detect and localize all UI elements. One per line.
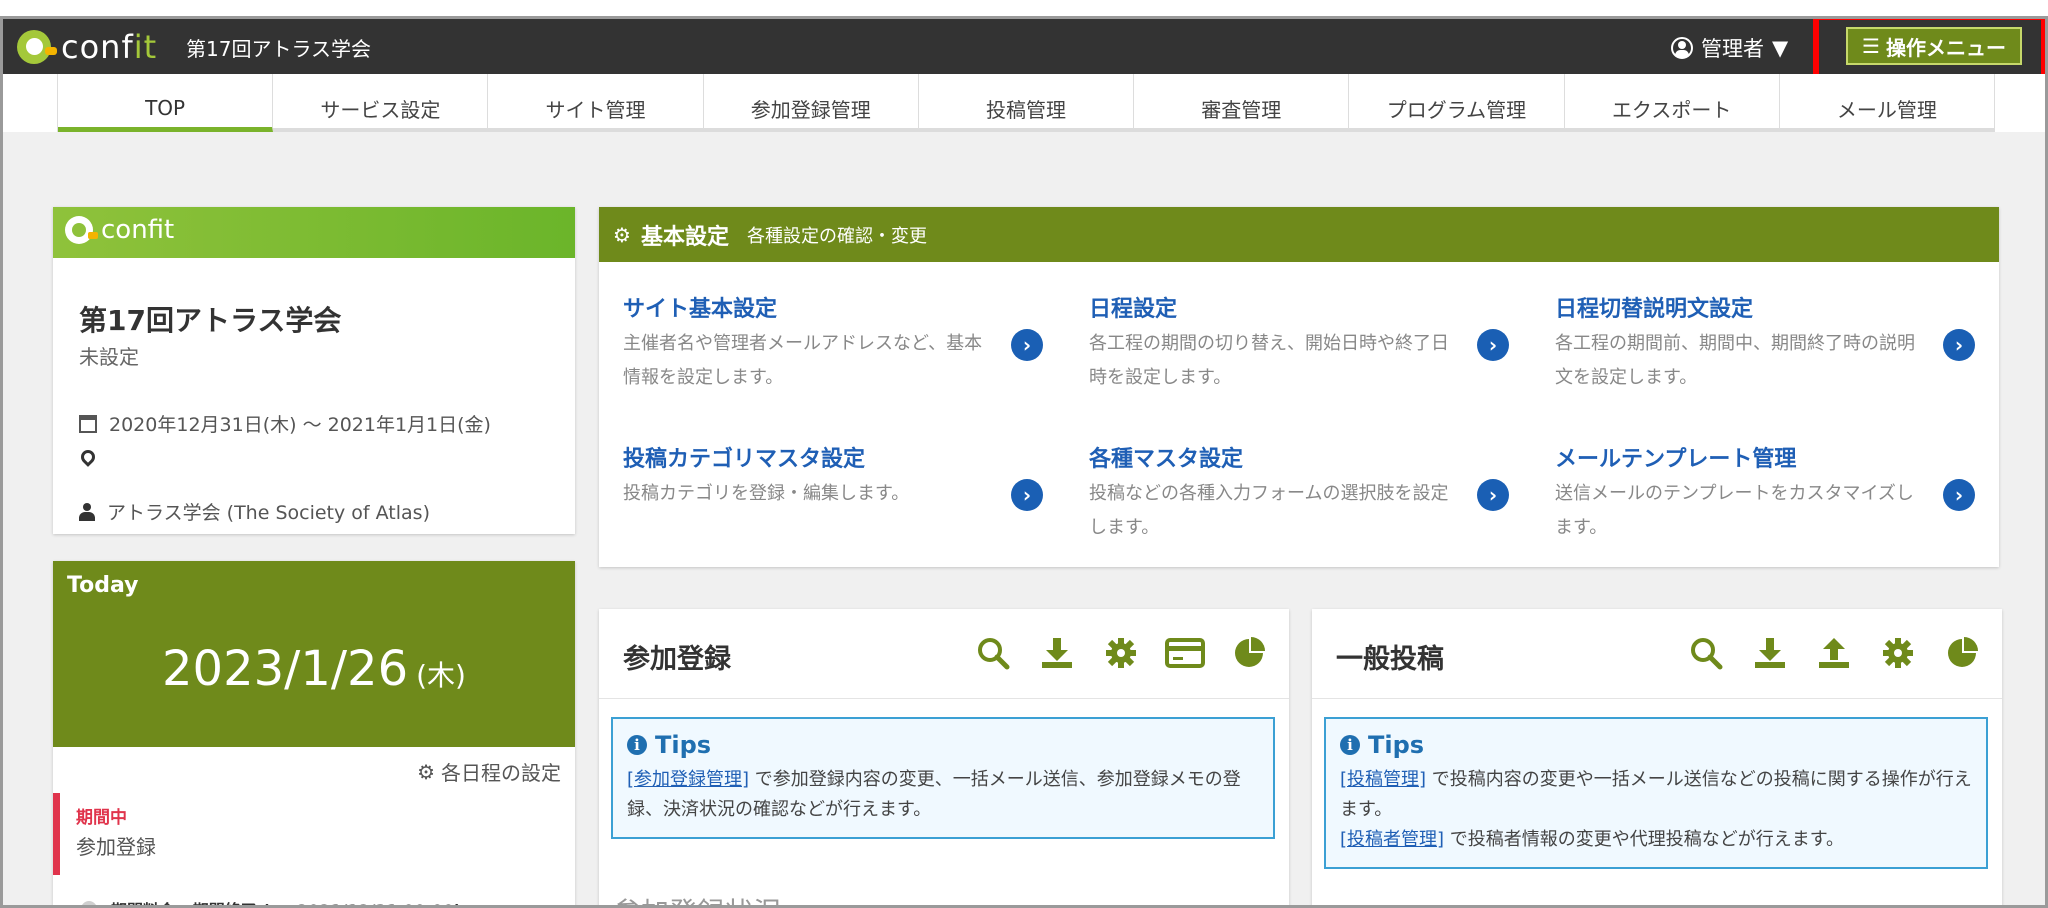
- period-block: 期間中 参加登録: [53, 793, 575, 875]
- tab-top[interactable]: TOP: [58, 74, 274, 132]
- setting-mail-template[interactable]: メールテンプレート管理 送信メールのテンプレートをカスタマイズします。 ›: [1555, 441, 1995, 545]
- general-post-toolbar: [1686, 633, 1982, 673]
- tab-registration-management[interactable]: 参加登録管理: [703, 74, 919, 132]
- tab-submission-management[interactable]: 投稿管理: [918, 74, 1135, 132]
- conference-organizer: アトラス学会 (The Society of Atlas): [79, 498, 430, 525]
- gear-icon: ⚙: [417, 759, 435, 784]
- tab-service-settings[interactable]: サービス設定: [273, 74, 489, 132]
- registration-tips: i Tips [参加登録管理] で参加登録内容の変更、一括メール送信、参加登録メモ…: [611, 717, 1275, 839]
- user-icon: [79, 502, 95, 521]
- tab-mail-management[interactable]: メール管理: [1779, 74, 1995, 132]
- basic-settings-card: ⚙ 基本設定 各種設定の確認・変更 サイト基本設定 主催者名や管理者メールアドレ…: [599, 207, 1999, 567]
- logo-mark-icon: [65, 216, 93, 244]
- app-frame: confit 第17回アトラス学会 管理者 ▼ ☰ 操作メニュー TOP サービ…: [0, 16, 2048, 908]
- map-pin-icon: [78, 447, 98, 467]
- conference-title: 第17回アトラス学会: [79, 304, 342, 337]
- tab-export[interactable]: エクスポート: [1564, 74, 1780, 132]
- basic-settings-header: ⚙ 基本設定 各種設定の確認・変更: [599, 207, 1999, 262]
- download-icon[interactable]: [1037, 633, 1077, 673]
- today-date: 2023/1/26 (木): [162, 641, 466, 697]
- setting-site-basic[interactable]: サイト基本設定 主催者名や管理者メールアドレスなど、基本情報を設定します。 ›: [623, 291, 1063, 395]
- today-header: Today 2023/1/26 (木): [53, 561, 575, 747]
- info-icon: i: [627, 735, 647, 755]
- download-icon[interactable]: [1750, 633, 1790, 673]
- user-menu[interactable]: 管理者 ▼: [1671, 33, 1788, 63]
- pie-chart-icon[interactable]: [1229, 633, 1269, 673]
- gears-icon: ⚙: [613, 222, 631, 247]
- period-item: 期間料金 - 期間終了 ( 〜 2021/12/31 00:00): [81, 897, 461, 905]
- chevron-right-icon[interactable]: ›: [1477, 479, 1509, 511]
- gear-icon[interactable]: [1101, 633, 1141, 673]
- registration-title: 参加登録: [623, 644, 731, 675]
- setting-various-master[interactable]: 各種マスタ設定 投稿などの各種入力フォームの選択肢を設定します。 ›: [1089, 441, 1529, 545]
- registration-management-link[interactable]: [参加登録管理]: [627, 769, 749, 790]
- nav-tabs: TOP サービス設定 サイト管理 参加登録管理 投稿管理 審査管理 プログラム管…: [57, 74, 1995, 132]
- main-nav: TOP サービス設定 サイト管理 参加登録管理 投稿管理 審査管理 プログラム管…: [3, 74, 2045, 132]
- setting-schedule-description[interactable]: 日程切替説明文設定 各工程の期間前、期間中、期間終了時の説明文を設定します。 ›: [1555, 291, 1995, 395]
- conference-dates: 2020年12月31日(木) 〜 2021年1月1日(金): [79, 410, 491, 437]
- confit-mini-logo: confit: [65, 215, 174, 245]
- calendar-icon: [79, 414, 97, 433]
- registration-toolbar: [973, 633, 1269, 673]
- timeline-dot-icon: [81, 901, 97, 905]
- info-icon: i: [1340, 735, 1360, 755]
- top-bar: confit 第17回アトラス学会 管理者 ▼ ☰ 操作メニュー: [3, 19, 2045, 89]
- conference-card-header: confit: [53, 207, 575, 258]
- search-icon[interactable]: [1686, 633, 1726, 673]
- general-post-panel: 一般投稿 i Tips [投稿管理] で投稿内容の変更や一括メール送信などの投稿…: [1312, 609, 2002, 905]
- setting-category-master[interactable]: 投稿カテゴリマスタ設定 投稿カテゴリを登録・編集します。 ›: [623, 441, 1063, 511]
- chevron-right-icon[interactable]: ›: [1943, 479, 1975, 511]
- period-status: 期間中: [76, 808, 127, 828]
- conference-location: [78, 447, 107, 467]
- conference-name: 第17回アトラス学会: [186, 37, 372, 61]
- period-name: 参加登録: [76, 835, 156, 859]
- pie-chart-icon[interactable]: [1942, 633, 1982, 673]
- today-label: Today: [67, 573, 139, 598]
- chevron-right-icon[interactable]: ›: [1477, 329, 1509, 361]
- conference-card: confit 第17回アトラス学会 未設定 2020年12月31日(木) 〜 2…: [53, 207, 575, 534]
- chevron-right-icon[interactable]: ›: [1011, 329, 1043, 361]
- gear-icon[interactable]: [1878, 633, 1918, 673]
- chevron-right-icon[interactable]: ›: [1011, 479, 1043, 511]
- submitter-management-link[interactable]: [投稿者管理]: [1340, 829, 1444, 850]
- registration-status-title: 参加登録状況: [613, 891, 781, 905]
- conference-status: 未設定: [79, 345, 139, 369]
- tab-review-management[interactable]: 審査管理: [1134, 74, 1350, 132]
- submission-management-link[interactable]: [投稿管理]: [1340, 769, 1426, 790]
- upload-icon[interactable]: [1814, 633, 1854, 673]
- user-label: 管理者: [1701, 37, 1764, 61]
- general-post-title: 一般投稿: [1336, 644, 1444, 675]
- search-icon[interactable]: [973, 633, 1013, 673]
- registration-panel-header: 参加登録: [599, 609, 1289, 699]
- tab-program-management[interactable]: プログラム管理: [1349, 74, 1565, 132]
- registration-panel: 参加登録 i Tips [参加登録管理] で参加登録内容の変更、一括メール送信、…: [599, 609, 1289, 905]
- today-card: Today 2023/1/26(木) ⚙ 各日程の設定 期間中 参加登録 期間料…: [53, 561, 575, 905]
- chevron-right-icon[interactable]: ›: [1943, 329, 1975, 361]
- caret-down-icon: ▼: [1772, 36, 1789, 60]
- user-circle-icon: [1671, 37, 1693, 59]
- tab-site-management[interactable]: サイト管理: [488, 74, 704, 132]
- general-post-tips: i Tips [投稿管理] で投稿内容の変更や一括メール送信などの投稿に関する操作…: [1324, 717, 1988, 869]
- credit-card-icon[interactable]: [1165, 633, 1205, 673]
- schedule-settings-link[interactable]: ⚙ 各日程の設定: [417, 757, 561, 786]
- setting-schedule[interactable]: 日程設定 各工程の期間の切り替え、開始日時や終了日時を設定します。 ›: [1089, 291, 1529, 395]
- confit-logo[interactable]: confit: [17, 27, 157, 67]
- general-post-panel-header: 一般投稿: [1312, 609, 2002, 699]
